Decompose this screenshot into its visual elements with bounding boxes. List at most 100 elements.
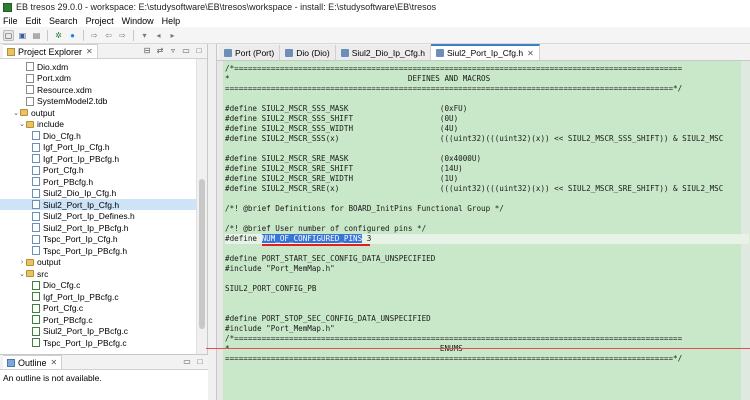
forward-icon[interactable]: ⇨ [117,30,128,41]
close-icon[interactable]: ✕ [527,49,534,58]
editor-tab[interactable]: Dio (Dio) [280,45,336,60]
tree-item[interactable]: Tspc_Port_Ip_Cfg.h [0,234,196,245]
menu-file[interactable]: File [3,16,18,26]
code-token: 3 [362,234,372,243]
tree-item[interactable]: Dio_Cfg.h [0,130,196,141]
tree-item[interactable]: Dio_Cfg.c [0,280,196,291]
tree-item[interactable]: Siul2_Port_Ip_PBcfg.h [0,222,196,233]
code-line[interactable] [225,194,749,204]
code-line[interactable]: #define SIUL2_MSCR_SRE_MASK (0x4000U) [225,154,749,164]
code-line[interactable]: /*======================================… [225,64,749,74]
collapse-all-icon[interactable]: ⊟ [142,46,152,56]
code-line[interactable] [225,304,749,314]
code-line[interactable]: ========================================… [225,84,749,94]
code-line[interactable]: #include "Port_MemMap.h" [225,324,749,334]
code-line[interactable]: #include "Port_MemMap.h" [225,264,749,274]
link-editor-icon[interactable]: ⇄ [155,46,165,56]
code-line[interactable]: #define SIUL2_MSCR_SSS(x) (((uint32)(((u… [225,134,749,144]
code-line[interactable]: #define SIUL2_MSCR_SSS_MASK (0xFU) [225,104,749,114]
code-line[interactable] [225,214,749,224]
code-line[interactable]: #define SIUL2_MSCR_SSS_SHIFT (0U) [225,114,749,124]
tree-item[interactable]: Port_PBcfg.c [0,314,196,325]
tree-item[interactable]: Port.xdm [0,73,196,84]
save-icon[interactable]: ▣ [17,30,28,41]
editor-tab[interactable]: Siul2_Port_Ip_Cfg.h ✕ [430,44,540,60]
tab-outline[interactable]: Outline ✕ [3,355,63,369]
back-icon[interactable]: ⇦ [103,30,114,41]
scroll-thumb[interactable] [199,179,205,329]
code-area[interactable]: /*======================================… [217,61,750,400]
menu-window[interactable]: Window [122,16,154,26]
maximize-icon[interactable]: □ [194,46,204,56]
chevron-down-icon[interactable]: ▾ [139,30,150,41]
selected-text[interactable]: NUM_OF_CONFIGURED_PINS [261,234,363,243]
code-line[interactable] [225,144,749,154]
tree-item[interactable]: Igf_Port_Ip_PBcfg.c [0,291,196,302]
code-line[interactable] [225,294,749,304]
project-explorer-header: Project Explorer ✕ ⊟ ⇄ ▿ ▭ □ [0,44,207,59]
chevron-down-icon[interactable]: ⌄ [18,120,26,128]
code-line[interactable]: SIUL2_PORT_CONFIG_PB [225,284,749,294]
tree-item[interactable]: Tspc_Port_Ip_PBcfg.h [0,245,196,256]
tree-item[interactable]: Siul2_Port_Ip_Cfg.h [0,199,196,210]
tree-scrollbar[interactable] [196,59,207,354]
tree-item[interactable]: Port_PBcfg.h [0,176,196,187]
code-line[interactable] [225,274,749,284]
folder-icon [20,109,28,116]
code-line[interactable]: #define PORT_START_SEC_CONFIG_DATA_UNSPE… [225,254,749,264]
tree-item[interactable]: Siul2_Port_Ip_Defines.h [0,211,196,222]
minimize-icon[interactable]: ▭ [181,46,191,56]
tree-item[interactable]: SystemModel2.tdb [0,96,196,107]
tree-item[interactable]: › output [0,257,196,268]
code-line[interactable]: #define PORT_STOP_SEC_CONFIG_DATA_UNSPEC… [225,314,749,324]
tree-item[interactable]: ⌄ src [0,268,196,279]
tree-item[interactable]: Port_Cfg.h [0,165,196,176]
chevron-down-icon[interactable]: ⌄ [12,109,20,117]
code-line[interactable]: /*======================================… [225,334,749,344]
editor-tab[interactable]: Port (Port) [219,45,281,60]
code-line[interactable]: #define SIUL2_MSCR_SSS_WIDTH (4U) [225,124,749,134]
tree-item[interactable]: Igf_Port_Ip_Cfg.h [0,142,196,153]
code-line[interactable] [225,244,749,254]
tree-item[interactable]: ⌄ include [0,119,196,130]
maximize-icon[interactable]: □ [195,357,205,367]
view-menu-icon[interactable]: ▿ [168,46,178,56]
tree-item[interactable]: Resource.xdm [0,84,196,95]
code-line-current[interactable]: #define NUM_OF_CONFIGURED_PINS 3 [225,234,749,244]
tree-item[interactable]: Dio.xdm [0,61,196,72]
code-line[interactable]: * ENUMS [225,344,749,354]
tree-item[interactable]: ⌄ output [0,107,196,118]
menu-edit[interactable]: Edit [26,16,42,26]
run-icon[interactable]: ● [67,30,78,41]
code-line[interactable]: #define SIUL2_MSCR_SRE_WIDTH (1U) [225,174,749,184]
tree-item[interactable]: Port_Cfg.c [0,303,196,314]
menu-help[interactable]: Help [162,16,181,26]
tree-item[interactable]: Tspc_Port_Ip_PBcfg.c [0,337,196,348]
code-line[interactable]: /*! @brief Definitions for BOARD_InitPin… [225,204,749,214]
file-icon [32,234,40,244]
chevron-down-icon[interactable]: ⌄ [18,270,26,278]
code-line[interactable]: * DEFINES AND MACROS [225,74,749,84]
code-line[interactable]: #define SIUL2_MSCR_SRE_SHIFT (14U) [225,164,749,174]
editor-tab[interactable]: Siul2_Dio_Ip_Cfg.h [335,45,431,60]
code-line[interactable]: ========================================… [225,354,749,364]
print-icon[interactable]: ▤ [31,30,42,41]
tab-project-explorer[interactable]: Project Explorer ✕ [3,44,98,58]
tree-item[interactable]: Igf_Port_Ip_PBcfg.h [0,153,196,164]
close-icon[interactable]: ✕ [51,358,58,367]
nav-back-icon[interactable]: ◂ [153,30,164,41]
tree-item[interactable]: Siul2_Dio_Ip_Cfg.h [0,188,196,199]
menu-search[interactable]: Search [49,16,78,26]
menu-project[interactable]: Project [86,16,114,26]
nav-forward-icon[interactable]: ▸ [167,30,178,41]
chevron-right-icon[interactable]: › [18,259,26,266]
code-line[interactable] [225,94,749,104]
forward-icon[interactable]: ⇨ [89,30,100,41]
gear-icon[interactable]: ✲ [53,30,64,41]
tree-item[interactable]: Siul2_Port_Ip_PBcfg.c [0,326,196,337]
close-icon[interactable]: ✕ [86,47,93,56]
minimize-icon[interactable]: ▭ [182,357,192,367]
new-icon[interactable]: ▢ [3,29,14,41]
code-line[interactable]: #define SIUL2_MSCR_SRE(x) (((uint32)(((u… [225,184,749,194]
code-line[interactable]: /*! @brief User number of configured pin… [225,224,749,234]
